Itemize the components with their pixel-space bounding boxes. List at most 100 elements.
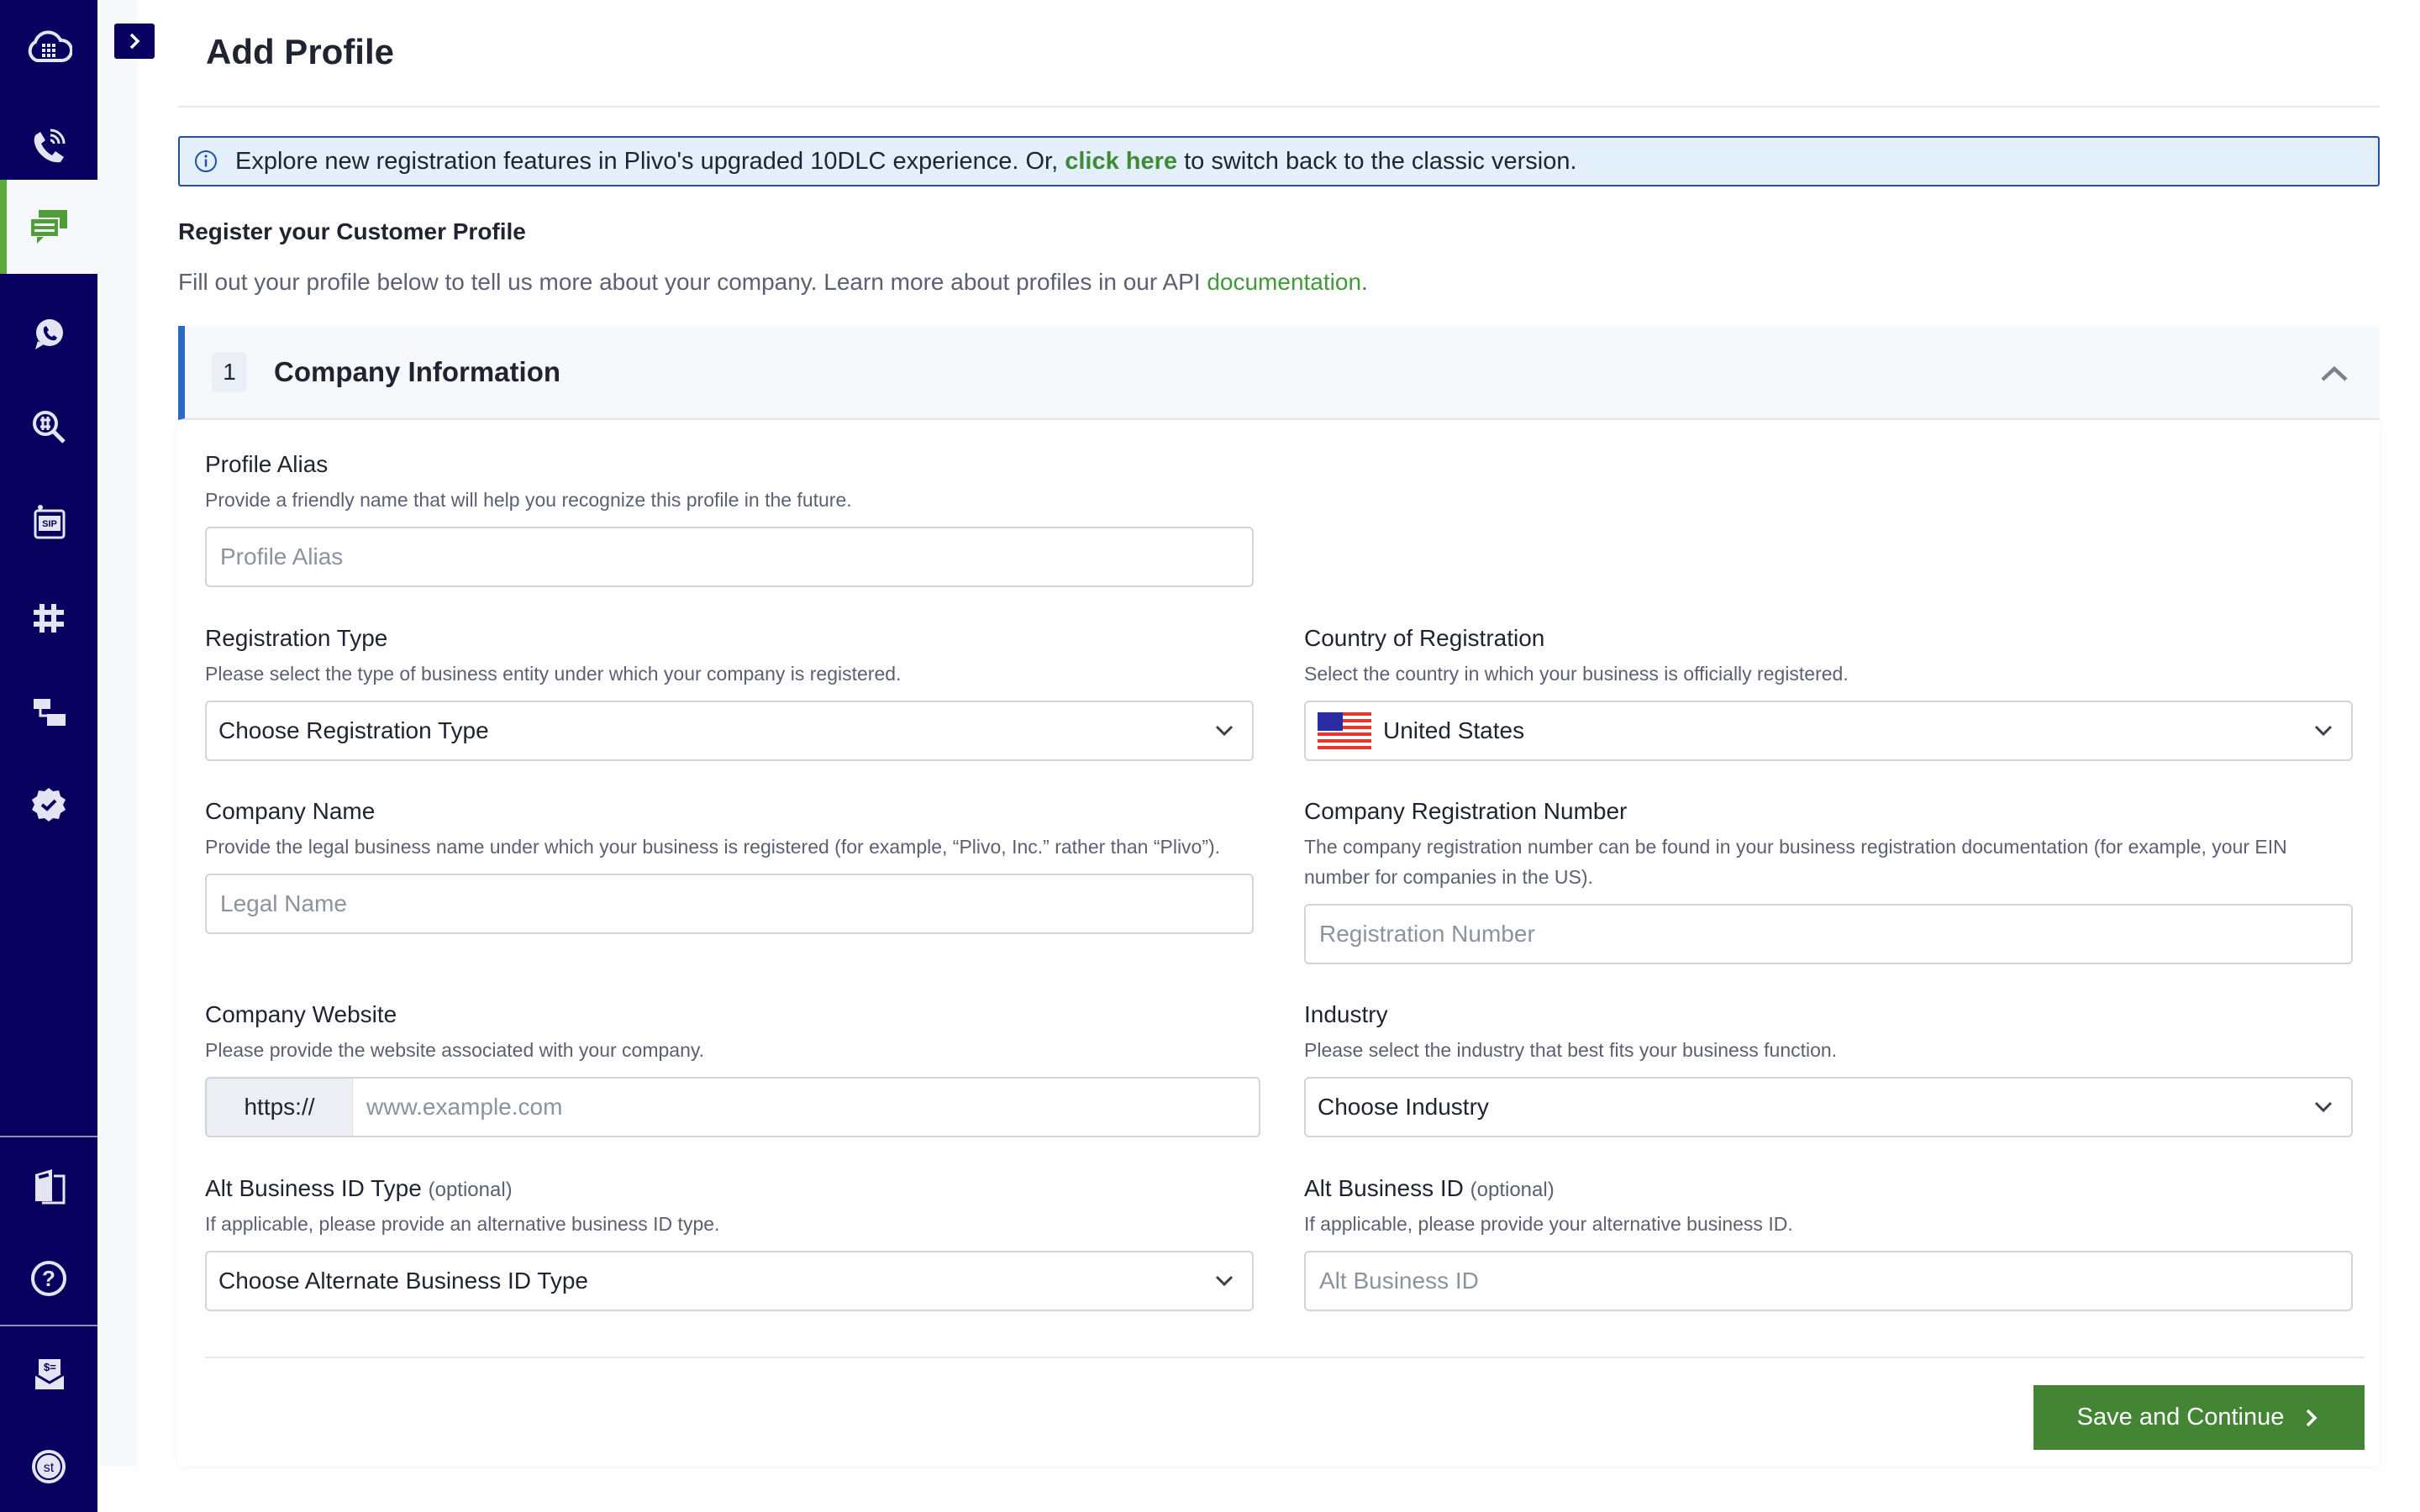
sidebar: SIP ? $= st [0,0,97,1512]
chevron-down-icon [1215,725,1234,737]
placeholder: www.example.com [366,1094,563,1120]
svg-text:SIP: SIP [42,519,57,529]
description-end: . [1361,269,1368,295]
sidebar-item-numbers[interactable] [0,584,97,651]
sidebar-item-lookup[interactable] [0,393,97,460]
us-flag-icon [1318,712,1371,749]
field-label: Alt Business ID (optional) [1304,1172,2353,1205]
registration-number-input[interactable]: Registration Number [1304,904,2353,964]
company-information-accordion[interactable]: 1 Company Information [178,326,2380,420]
field-help: Please select the industry that best fit… [1304,1039,1838,1061]
field-label: Profile Alias [205,451,329,477]
sidebar-item-billing[interactable]: $= [0,1341,97,1408]
registration-type-select[interactable]: Choose Registration Type [205,701,1254,761]
register-heading: Register your Customer Profile [178,218,526,244]
banner-text-after: to switch back to the classic version. [1177,147,1577,175]
cloud-keypad-icon [28,30,72,62]
alt-business-id-type-select[interactable]: Choose Alternate Business ID Type [205,1251,1254,1311]
alt-business-id-type-field: Alt Business ID Type (optional) If appli… [205,1172,1254,1311]
banner-text: Explore new registration features in Pli… [235,148,1577,176]
whatsapp-icon [35,319,63,349]
docs-icon [35,1169,66,1205]
selected-value: Choose Alternate Business ID Type [218,1268,588,1294]
field-label: Alt Business ID Type (optional) [205,1172,1254,1205]
sidebar-item-account[interactable]: st [0,1433,97,1500]
placeholder: Legal Name [220,890,347,916]
accordion-title: Company Information [274,356,561,387]
svg-text:?: ? [42,1266,55,1291]
number-lookup-icon [33,411,66,444]
classic-version-link[interactable]: click here [1065,148,1177,175]
url-prefix: https:// [207,1079,353,1136]
country-value: United States [1318,712,1524,749]
chevron-up-icon[interactable] [2319,358,2349,388]
sidebar-toggle-button[interactable] [114,24,155,59]
field-label: Company Registration Number [1304,798,1628,824]
register-description: Fill out your profile below to tell us m… [178,269,1368,296]
field-help: If applicable, please provide your alter… [1304,1213,1793,1235]
alt-business-id-field: Alt Business ID (optional) If applicable… [1304,1172,2353,1311]
placeholder: Alt Business ID [1319,1268,1479,1294]
svg-text:$=: $= [44,1361,56,1373]
banner-text-before: Explore new registration features in Pli… [235,147,1065,175]
phone-call-icon [34,129,66,163]
sidebar-item-dashboard[interactable] [0,15,97,82]
title-divider [178,106,2380,108]
company-information-form: Profile Alias Provide a friendly name th… [178,420,2380,1466]
description-text: Fill out your profile below to tell us m… [178,269,1207,295]
company-website-field: Company Website Please provide the websi… [205,998,1260,1137]
sidebar-divider [0,1136,97,1137]
field-help: Please provide the website associated wi… [205,1039,705,1061]
help-icon: ? [31,1261,66,1296]
sidebar-divider [0,1325,97,1326]
selected-value: Choose Industry [1318,1094,1489,1120]
field-help: The company registration number can be f… [1304,836,2287,888]
step-badge: 1 [212,352,247,392]
label-text: Alt Business ID Type [205,1175,422,1201]
country-select[interactable]: United States [1304,701,2353,761]
sidebar-item-phlo[interactable] [0,679,97,746]
industry-select[interactable]: Choose Industry [1304,1077,2353,1137]
company-website-input[interactable]: https:// www.example.com [205,1077,1260,1137]
optional-tag: (optional) [1470,1179,1555,1201]
registration-type-field: Registration Type Please select the type… [205,622,1254,761]
alt-business-id-input[interactable]: Alt Business ID [1304,1251,2353,1311]
placeholder: Profile Alias [220,543,344,570]
chevron-right-icon [2307,1409,2317,1426]
sidebar-item-messaging[interactable] [0,180,97,274]
sidebar-item-help[interactable]: ? [0,1245,97,1312]
documentation-link[interactable]: documentation [1207,269,1361,295]
account-avatar-icon: st [32,1450,66,1483]
profile-alias-field: Profile Alias Provide a friendly name th… [205,448,1254,587]
label-text: Alt Business ID [1304,1175,1464,1201]
field-label: Industry [1304,1001,1388,1027]
industry-field: Industry Please select the industry that… [1304,998,2353,1137]
profile-alias-input[interactable]: Profile Alias [205,527,1254,587]
field-help: Select the country in which your busines… [1304,663,1849,685]
field-help: Please select the type of business entit… [205,663,902,685]
messaging-icon [29,210,67,244]
optional-tag: (optional) [428,1179,513,1201]
chevron-down-icon [1215,1275,1234,1287]
field-label: Country of Registration [1304,625,1545,651]
info-banner: Explore new registration features in Pli… [178,136,2380,186]
field-label: Registration Type [205,625,388,651]
chevron-right-icon [129,33,140,50]
sidebar-item-docs[interactable] [0,1152,97,1220]
sip-icon: SIP [34,505,66,539]
placeholder: Registration Number [1319,921,1535,947]
page-title: Add Profile [206,32,395,71]
field-label: Company Name [205,798,376,824]
sidebar-item-verify[interactable] [0,771,97,838]
company-name-input[interactable]: Legal Name [205,874,1254,934]
registration-number-field: Company Registration Number The company … [1304,795,2353,964]
sidebar-item-voice[interactable] [0,113,97,181]
info-icon [195,150,217,172]
save-and-continue-button[interactable]: Save and Continue [2033,1385,2365,1450]
field-help: Provide the legal business name under wh… [205,836,1221,858]
sidebar-item-whatsapp[interactable] [0,301,97,368]
field-label: Company Website [205,1001,397,1027]
flow-icon [34,699,66,726]
sidebar-item-sip[interactable]: SIP [0,489,97,556]
field-help: If applicable, please provide an alterna… [205,1213,720,1235]
